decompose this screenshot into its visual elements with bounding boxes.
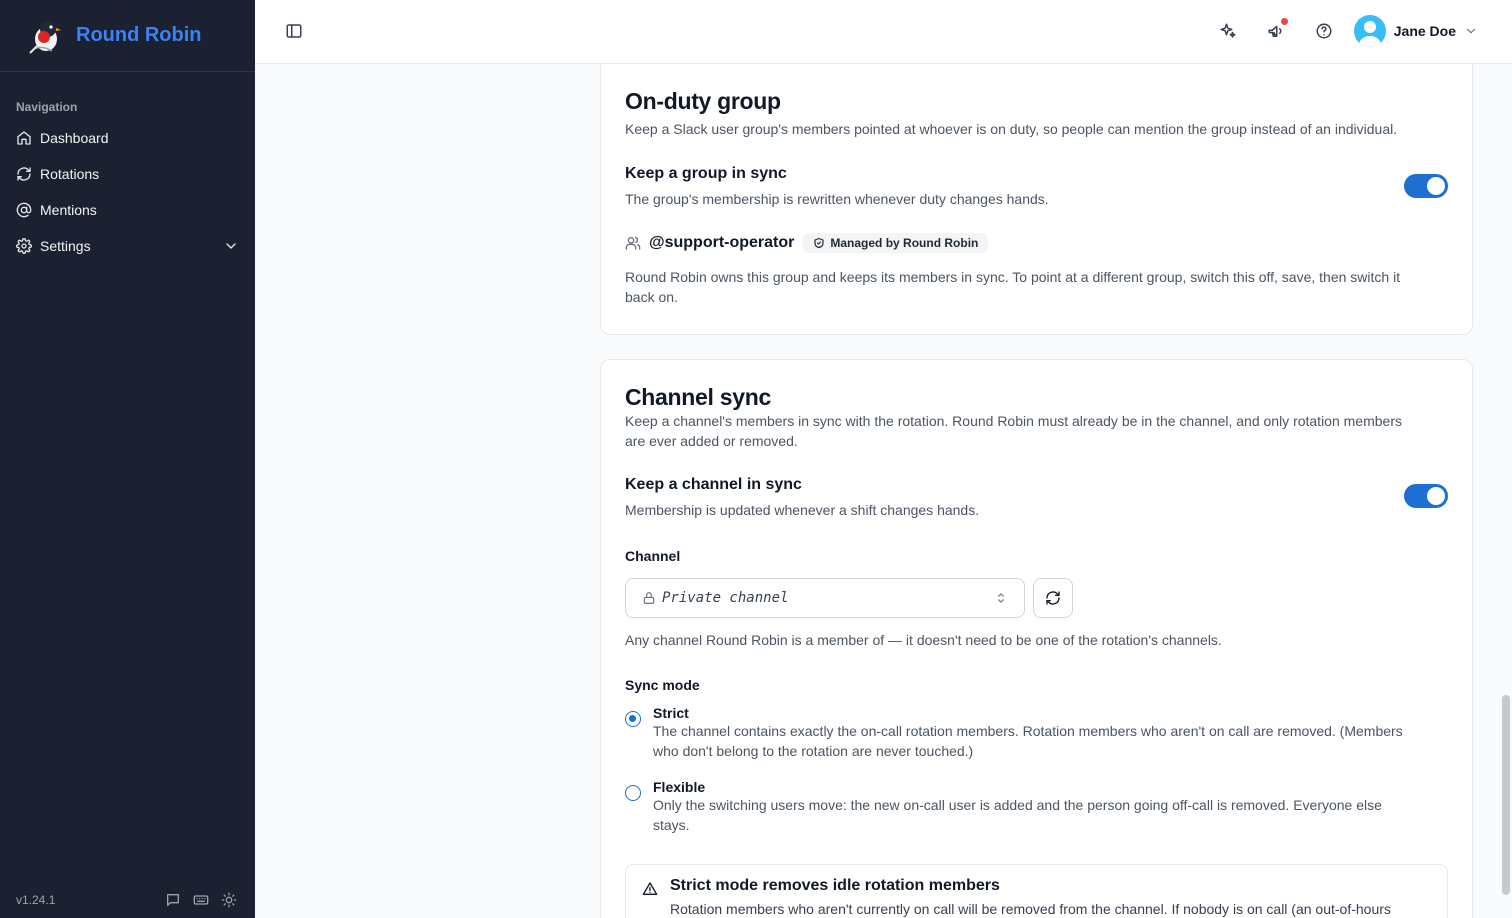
alert-title: Strict mode removes idle rotation member… [670, 877, 1000, 894]
help-icon[interactable] [1314, 20, 1334, 42]
sidebar-item-dashboard[interactable]: Dashboard [0, 120, 255, 156]
robin-logo-icon [24, 15, 66, 57]
sun-icon[interactable] [221, 892, 237, 908]
sidebar-item-label: Mentions [40, 202, 97, 218]
sync-mode-strict[interactable]: Strict The channel contains exactly the … [625, 705, 1448, 761]
avatar [1353, 15, 1386, 47]
group-note-line: back on. [625, 289, 678, 305]
card-description-line: are ever added or removed. [625, 433, 798, 449]
chat-icon[interactable] [165, 892, 181, 908]
radio-description: who don't belong to the rotation are nev… [653, 743, 974, 759]
refresh-channels-button[interactable] [1033, 578, 1073, 618]
radio-title: Flexible [653, 779, 706, 795]
home-icon [17, 131, 31, 145]
warning-icon [642, 882, 658, 895]
managed-badge: Managed by Round Robin [803, 233, 989, 253]
radio-description: The channel contains exactly the on-call… [653, 723, 1403, 739]
notification-dot [1281, 18, 1288, 25]
brand[interactable]: Round Robin [0, 0, 255, 72]
refresh-icon [1046, 591, 1060, 605]
group-handle: @support-operator [649, 234, 795, 251]
chevron-down-icon [226, 243, 236, 249]
channel-label: Channel [625, 548, 681, 564]
sidebar-toggle-icon[interactable] [285, 22, 303, 40]
chevron-up-down-icon [998, 593, 1004, 603]
radio-title: Strict [653, 705, 689, 721]
channel-sync-title: Keep a channel in sync [625, 476, 802, 493]
announcement-icon[interactable] [1266, 18, 1288, 42]
channel-sync-toggle[interactable] [1404, 484, 1448, 508]
top-bar: Jane Doe [255, 0, 1512, 64]
at-icon [16, 202, 32, 218]
group-sync-description: The group's membership is rewritten when… [625, 191, 1049, 207]
scrollbar[interactable] [1502, 695, 1510, 895]
refresh-icon [17, 167, 31, 181]
chevron-down-icon [1466, 28, 1476, 34]
sidebar-footer: v1.24.1 [16, 892, 237, 908]
sidebar-item-label: Dashboard [40, 130, 109, 146]
sidebar-item-settings[interactable]: Settings [0, 228, 255, 264]
card-description: Keep a Slack user group's members pointe… [625, 121, 1398, 137]
sidebar-item-rotations[interactable]: Rotations [0, 156, 255, 192]
sync-mode-label: Sync mode [625, 677, 700, 693]
group-sync-toggle[interactable] [1404, 174, 1448, 198]
channel-select[interactable]: Private channel [625, 578, 1025, 618]
channel-sync-description: Membership is updated whenever a shift c… [625, 502, 980, 518]
group-sync-title: Keep a group in sync [625, 165, 787, 182]
channel-select-value: Private channel [662, 590, 789, 606]
radio-description: stays. [653, 817, 690, 833]
shield-check-icon [814, 237, 824, 249]
badge-label: Managed by Round Robin [830, 236, 979, 250]
card-title: On-duty group [625, 88, 781, 114]
card-title: Channel sync [625, 384, 771, 410]
channel-sync-card: Channel sync Keep a channel's members in… [600, 359, 1473, 918]
channel-help: Any channel Round Robin is a member of —… [625, 632, 1222, 648]
sidebar: Round Robin Navigation Dashboard Rotatio… [0, 0, 255, 918]
keyboard-icon[interactable] [193, 892, 209, 908]
nav-heading: Navigation [16, 100, 78, 114]
user-menu[interactable]: Jane Doe [1353, 15, 1478, 47]
user-name: Jane Doe [1393, 23, 1456, 39]
strict-mode-alert: Strict mode removes idle rotation member… [625, 864, 1448, 918]
radio-description: Only the switching users move: the new o… [653, 797, 1382, 813]
sync-mode-flexible[interactable]: Flexible Only the switching users move: … [625, 779, 1448, 835]
users-icon [625, 236, 641, 250]
lock-icon [643, 592, 655, 604]
app-version: v1.24.1 [16, 893, 56, 907]
sidebar-item-label: Settings [40, 238, 91, 254]
gear-icon [16, 238, 32, 254]
alert-description: Rotation members who aren't currently on… [670, 901, 1391, 917]
radio-strict[interactable] [625, 711, 641, 727]
app-name: Round Robin [76, 24, 202, 46]
sparkles-icon[interactable] [1218, 20, 1238, 42]
radio-flexible[interactable] [625, 785, 641, 801]
on-duty-group-card: On-duty group Keep a Slack user group's … [600, 64, 1473, 335]
card-description-line: Keep a channel's members in sync with th… [625, 413, 1402, 429]
sidebar-item-mentions[interactable]: Mentions [0, 192, 255, 228]
group-note-line: Round Robin owns this group and keeps it… [625, 269, 1401, 285]
sidebar-item-label: Rotations [40, 166, 100, 182]
